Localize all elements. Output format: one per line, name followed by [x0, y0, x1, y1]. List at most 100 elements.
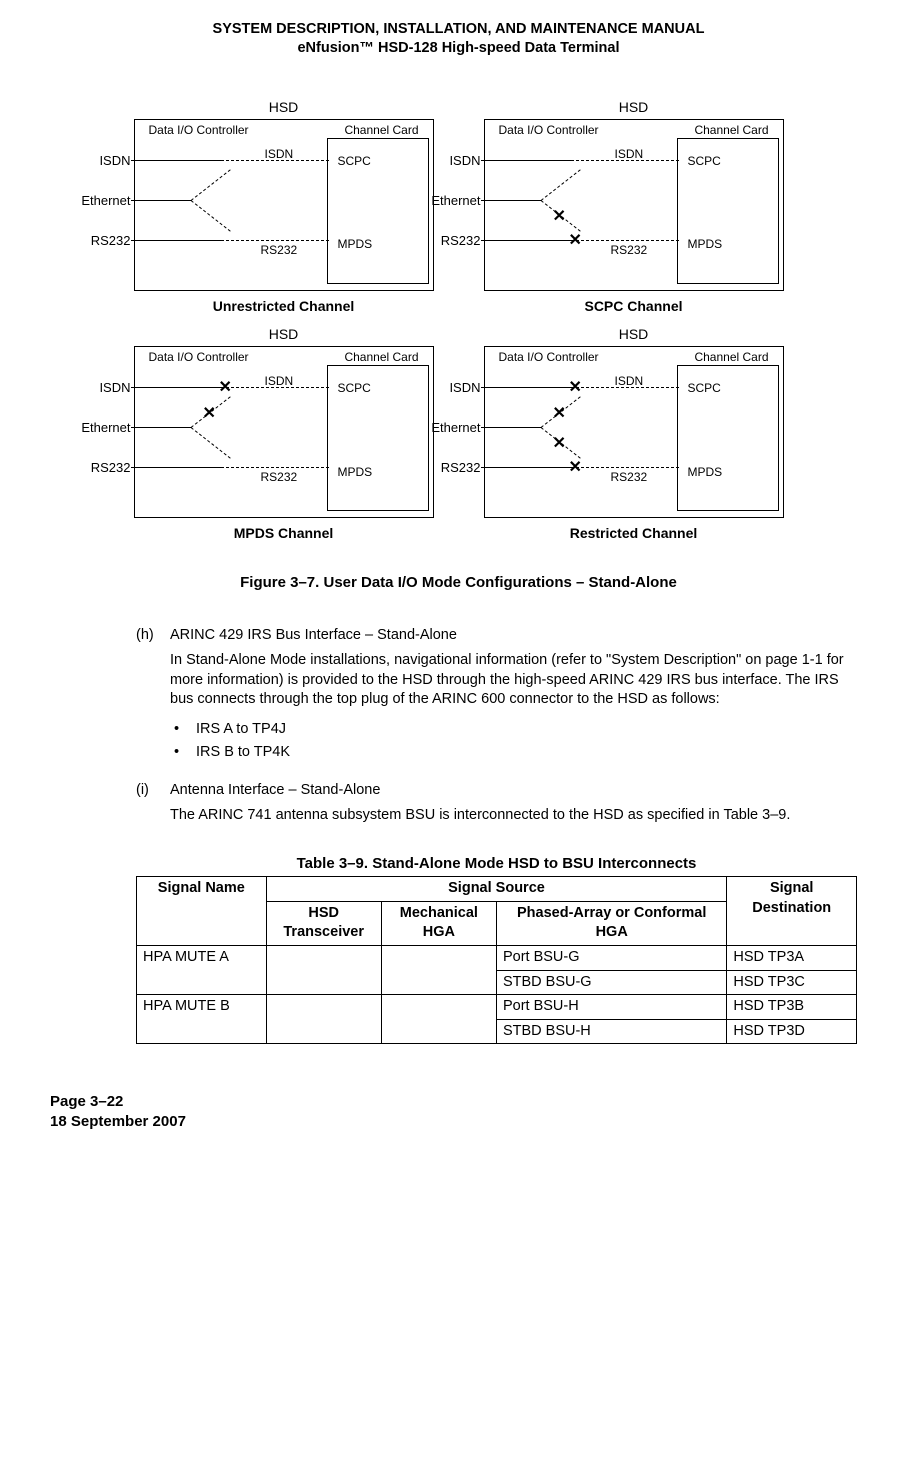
cell-hsd-trans	[266, 995, 381, 1044]
cell-dest: HSD TP3C	[727, 970, 857, 995]
item-marker: (i)	[136, 781, 170, 836]
ethernet-ext-label: Ethernet	[431, 192, 481, 210]
blocked-icon: ✕	[553, 206, 566, 228]
bullet-row: • IRS B to TP4K	[170, 743, 857, 763]
blocked-icon: ✕	[203, 403, 216, 425]
ethernet-ext-label: Ethernet	[81, 419, 131, 437]
item-marker: (h)	[136, 626, 170, 775]
th-phased-array: Phased-Array or Conformal HGA	[496, 901, 726, 945]
isdn-ext-label: ISDN	[431, 379, 481, 397]
hsd-label: HSD	[484, 98, 784, 117]
isdn-ext-label: ISDN	[81, 379, 131, 397]
io-controller-label: Data I/O Controller	[499, 122, 599, 138]
page-footer: Page 3–22 18 September 2007	[50, 1092, 867, 1133]
rs232-ext-label: RS232	[81, 459, 131, 477]
caption-scpc: SCPC Channel	[484, 297, 784, 316]
cell-phased: Port BSU-G	[496, 945, 726, 970]
channel-card-label: Channel Card	[694, 122, 768, 138]
rs232-mid-label: RS232	[261, 469, 298, 485]
blocked-icon: ✕	[569, 457, 582, 479]
bullet-text: IRS B to TP4K	[196, 743, 290, 763]
bullet-dot: •	[170, 743, 196, 763]
doc-header: SYSTEM DESCRIPTION, INSTALLATION, AND MA…	[50, 20, 867, 58]
hsd-label: HSD	[484, 325, 784, 344]
doc-title-1: SYSTEM DESCRIPTION, INSTALLATION, AND MA…	[50, 20, 867, 39]
cell-phased: Port BSU-H	[496, 995, 726, 1020]
rs232-ext-label: RS232	[81, 232, 131, 250]
table-row: HPA MUTE B Port BSU-H HSD TP3B	[137, 995, 857, 1020]
isdn-ext-label: ISDN	[81, 152, 131, 170]
page-number: Page 3–22	[50, 1092, 867, 1112]
caption-mpds: MPDS Channel	[134, 524, 434, 543]
bullet-row: • IRS A to TP4J	[170, 720, 857, 740]
cell-dest: HSD TP3A	[727, 945, 857, 970]
cell-phased: STBD BSU-G	[496, 970, 726, 995]
table-row: HPA MUTE A Port BSU-G HSD TP3A	[137, 945, 857, 970]
channel-card-label: Channel Card	[344, 349, 418, 365]
isdn-ext-label: ISDN	[431, 152, 481, 170]
figure-caption: Figure 3–7. User Data I/O Mode Configura…	[50, 573, 867, 593]
scpc-label: SCPC	[338, 153, 371, 169]
isdn-mid-label: ISDN	[615, 373, 644, 389]
blocked-icon: ✕	[569, 230, 582, 252]
page-date: 18 September 2007	[50, 1112, 867, 1132]
mpds-label: MPDS	[688, 236, 723, 252]
doc-title-2: eNfusion™ HSD-128 High-speed Data Termin…	[50, 39, 867, 58]
diagram-mpds: HSD Data I/O Controller Channel Card SCP…	[134, 325, 434, 543]
channel-card-label: Channel Card	[344, 122, 418, 138]
isdn-mid-label: ISDN	[265, 146, 294, 162]
rs232-mid-label: RS232	[611, 242, 648, 258]
diagram-scpc: HSD Data I/O Controller Channel Card SCP…	[484, 98, 784, 316]
item-i-title: Antenna Interface – Stand-Alone	[170, 781, 857, 801]
ethernet-ext-label: Ethernet	[81, 192, 131, 210]
cell-mech-hga	[381, 945, 496, 994]
io-controller-label: Data I/O Controller	[149, 122, 249, 138]
diagram-restricted: HSD Data I/O Controller Channel Card SCP…	[484, 325, 784, 543]
bullet-text: IRS A to TP4J	[196, 720, 286, 740]
caption-restricted: Restricted Channel	[484, 524, 784, 543]
isdn-mid-label: ISDN	[615, 146, 644, 162]
rs232-ext-label: RS232	[431, 459, 481, 477]
item-h-title: ARINC 429 IRS Bus Interface – Stand-Alon…	[170, 626, 857, 646]
scpc-label: SCPC	[688, 153, 721, 169]
blocked-icon: ✕	[569, 377, 582, 399]
item-h-paragraph: In Stand-Alone Mode installations, navig…	[170, 651, 857, 710]
th-signal-name: Signal Name	[137, 877, 267, 946]
mpds-label: MPDS	[338, 464, 373, 480]
channel-card-label: Channel Card	[694, 349, 768, 365]
cell-signal-name: HPA MUTE A	[137, 945, 267, 994]
cell-signal-name: HPA MUTE B	[137, 995, 267, 1044]
ethernet-ext-label: Ethernet	[431, 419, 481, 437]
cell-mech-hga	[381, 995, 496, 1044]
blocked-icon: ✕	[553, 403, 566, 425]
interconnects-table: Signal Name Signal Source Signal Destina…	[136, 876, 857, 1044]
diagram-unrestricted: HSD Data I/O Controller Channel Card SCP…	[134, 98, 434, 316]
th-mechanical-hga: Mechanical HGA	[381, 901, 496, 945]
rs232-mid-label: RS232	[611, 469, 648, 485]
mpds-label: MPDS	[338, 236, 373, 252]
rs232-mid-label: RS232	[261, 242, 298, 258]
th-hsd-transceiver: HSD Transceiver	[266, 901, 381, 945]
list-item-i: (i) Antenna Interface – Stand-Alone The …	[136, 781, 857, 836]
io-controller-label: Data I/O Controller	[149, 349, 249, 365]
rs232-ext-label: RS232	[431, 232, 481, 250]
cell-dest: HSD TP3B	[727, 995, 857, 1020]
list-item-h: (h) ARINC 429 IRS Bus Interface – Stand-…	[136, 626, 857, 775]
mpds-label: MPDS	[688, 464, 723, 480]
hsd-label: HSD	[134, 325, 434, 344]
th-signal-destination: Signal Destination	[727, 877, 857, 946]
scpc-label: SCPC	[688, 380, 721, 396]
th-signal-source: Signal Source	[266, 877, 727, 902]
item-i-paragraph: The ARINC 741 antenna subsystem BSU is i…	[170, 806, 857, 826]
bullet-dot: •	[170, 720, 196, 740]
hsd-label: HSD	[134, 98, 434, 117]
table-caption: Table 3–9. Stand-Alone Mode HSD to BSU I…	[136, 854, 857, 874]
cell-phased: STBD BSU-H	[496, 1019, 726, 1044]
blocked-icon: ✕	[219, 377, 232, 399]
scpc-label: SCPC	[338, 380, 371, 396]
caption-unrestricted: Unrestricted Channel	[134, 297, 434, 316]
blocked-icon: ✕	[553, 433, 566, 455]
isdn-mid-label: ISDN	[265, 373, 294, 389]
cell-dest: HSD TP3D	[727, 1019, 857, 1044]
io-controller-label: Data I/O Controller	[499, 349, 599, 365]
